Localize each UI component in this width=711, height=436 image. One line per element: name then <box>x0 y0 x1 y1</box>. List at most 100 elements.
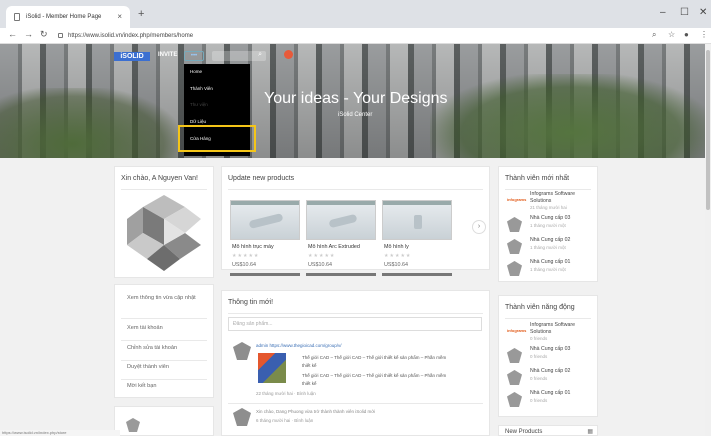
extra-card <box>114 406 214 436</box>
avatar <box>507 217 522 232</box>
news-card: Thông tin mới! Đăng sản phẩm... admin ht… <box>221 290 490 436</box>
site-logo[interactable]: iSOLID <box>114 52 150 61</box>
link-browse-members[interactable]: Duyệt thành viên <box>127 364 169 370</box>
invite-link[interactable]: INVITE <box>158 52 177 58</box>
company-logo: infograms <box>507 197 527 202</box>
post-author[interactable]: admin https://www.thegioicad.com/group/v… <box>256 343 342 348</box>
avatar <box>507 261 522 276</box>
menu-toggle-button[interactable]: ••• <box>184 51 204 61</box>
greeting-text: Xin chào, A Nguyen Van! <box>121 175 198 182</box>
active-members-card: Thành viên năng động infograms Infograms… <box>498 295 598 417</box>
scrollbar-thumb[interactable] <box>706 50 710 210</box>
minimize-icon[interactable]: – <box>660 7 666 18</box>
divider <box>228 313 483 314</box>
link-recent-updates[interactable]: Xem thông tin vừa cập nhật <box>127 295 196 301</box>
tab-title: iSolid - Member Home Page <box>26 14 102 20</box>
link-view-account[interactable]: Xem tài khoản <box>127 325 163 331</box>
product-image[interactable] <box>382 200 452 240</box>
avatar <box>507 370 522 385</box>
back-icon[interactable]: ← <box>8 29 17 39</box>
news-post-input[interactable]: Đăng sản phẩm... <box>228 317 482 331</box>
avatar <box>507 348 522 363</box>
post-text: Thế giới CAD – Thế giới CAD – Thế giới t… <box>302 373 447 378</box>
url-input[interactable]: https://www.isolid.vn/index.php/members/… <box>56 30 641 42</box>
member-item[interactable]: Nhà Cung cấp 03 1 tháng mười một <box>507 215 607 237</box>
divider <box>228 403 483 404</box>
star-icon[interactable]: ☆ <box>668 30 675 39</box>
rating-stars: ★★★★★ <box>232 253 260 259</box>
member-item[interactable]: Nhà Cung cấp 03 0 friends <box>507 346 607 368</box>
product-price: US$10.64 <box>308 262 332 268</box>
next-products-button[interactable]: › <box>472 220 486 234</box>
product-image[interactable] <box>230 200 300 240</box>
divider <box>121 360 207 361</box>
member-item[interactable]: Nhà Cung cấp 01 1 tháng mười một <box>507 259 607 281</box>
new-members-title: Thành viên mới nhất <box>505 175 570 182</box>
header-search-input[interactable]: ⌕ <box>212 51 266 61</box>
product-image[interactable] <box>306 200 376 240</box>
post-meta[interactable]: 6 tháng mười hai · Bình luận <box>256 418 313 423</box>
post-meta[interactable]: 22 tháng mười hai · Bình luận <box>256 391 316 396</box>
notification-icon[interactable] <box>284 50 293 59</box>
post-text: thiết kế <box>302 363 317 368</box>
grid-icon[interactable]: ▦ <box>587 428 593 435</box>
avatar <box>233 408 251 426</box>
store-highlight-box <box>178 125 256 152</box>
reload-icon[interactable]: ↻ <box>40 29 48 40</box>
post-text: Xin chào, Dang Phuong vừa trở thành thàn… <box>256 409 376 414</box>
maximize-icon[interactable]: ☐ <box>680 7 689 18</box>
browser-tab[interactable]: iSolid - Member Home Page × <box>6 6 130 28</box>
avatar <box>507 239 522 254</box>
product-name[interactable]: Mô hình Arc Extruded <box>308 244 360 250</box>
account-icon[interactable]: ● <box>684 30 689 39</box>
foliage-left <box>0 88 180 158</box>
zoom-icon[interactable]: ⌕ <box>652 30 656 40</box>
profile-card: Xin chào, A Nguyen Van! <box>114 166 214 278</box>
address-bar-row: ← → ↻ https://www.isolid.vn/index.php/me… <box>0 28 711 44</box>
close-tab-icon[interactable]: × <box>117 6 122 28</box>
company-logo: infograms <box>507 328 527 333</box>
scrollbar[interactable] <box>705 44 711 436</box>
product-name[interactable]: Mô hình ly <box>384 244 409 250</box>
new-products-title: New Products <box>505 429 543 435</box>
dropdown-item-library[interactable]: Thư viện <box>190 102 208 107</box>
post-text: thiết kế <box>302 381 317 386</box>
post-thumbnail[interactable] <box>258 353 286 383</box>
product-card[interactable]: Mô hình ly ★★★★★ US$10.64 <box>382 200 452 284</box>
browser-tab-bar: iSolid - Member Home Page × + – ☐ ✕ <box>0 0 711 28</box>
foliage-right <box>430 74 711 158</box>
link-invite-friends[interactable]: Mời kết bạn <box>127 383 156 389</box>
product-card[interactable]: Mô hình trục máy ★★★★★ US$10.64 <box>230 200 300 284</box>
divider <box>121 379 207 380</box>
avatar <box>126 418 140 432</box>
new-products-card: New Products ▦ <box>498 425 598 436</box>
forward-icon[interactable]: → <box>24 29 33 39</box>
dropdown-item-members[interactable]: Thành Viên <box>190 86 213 91</box>
dropdown-item-home[interactable]: Home <box>190 69 202 74</box>
member-item[interactable]: Nhà Cung cấp 02 0 friends <box>507 368 607 390</box>
member-item[interactable]: infograms Infograms Software Solutions 2… <box>507 191 607 213</box>
link-edit-account[interactable]: Chỉnh sửa tài khoản <box>127 345 177 351</box>
post-text: Thế giới CAD – Thế giới CAD – Thế giới t… <box>302 355 447 360</box>
menu-icon[interactable]: ⋮ <box>700 30 708 39</box>
product-price: US$10.64 <box>384 262 408 268</box>
avatar <box>127 195 201 271</box>
news-title: Thông tin mới! <box>228 299 274 306</box>
member-item[interactable]: infograms Infograms Software Solutions 0… <box>507 322 607 344</box>
member-item[interactable]: Nhà Cung cấp 01 0 friends <box>507 390 607 412</box>
status-bar-url: https://www.isolid.vn/index.php/store <box>0 430 120 436</box>
url-text: https://www.isolid.vn/index.php/members/… <box>68 33 194 39</box>
product-name[interactable]: Mô hình trục máy <box>232 244 274 250</box>
profile-links-card: Xem thông tin vừa cập nhật Xem tài khoản… <box>114 284 214 398</box>
dropdown-item-data[interactable]: Dữ Liệu <box>190 119 206 124</box>
new-members-card: Thành viên mới nhất infograms Infograms … <box>498 166 598 282</box>
hero-subtitle: iSolid Center <box>338 112 373 118</box>
rating-stars: ★★★★★ <box>384 253 412 259</box>
product-card[interactable]: Mô hình Arc Extruded ★★★★★ US$10.64 <box>306 200 376 284</box>
new-tab-button[interactable]: + <box>138 8 144 20</box>
divider <box>121 318 207 319</box>
member-item[interactable]: Nhà Cung cấp 02 1 tháng mười một <box>507 237 607 259</box>
search-icon[interactable]: ⌕ <box>258 51 262 59</box>
rating-stars: ★★★★★ <box>308 253 336 259</box>
close-window-icon[interactable]: ✕ <box>699 7 707 18</box>
